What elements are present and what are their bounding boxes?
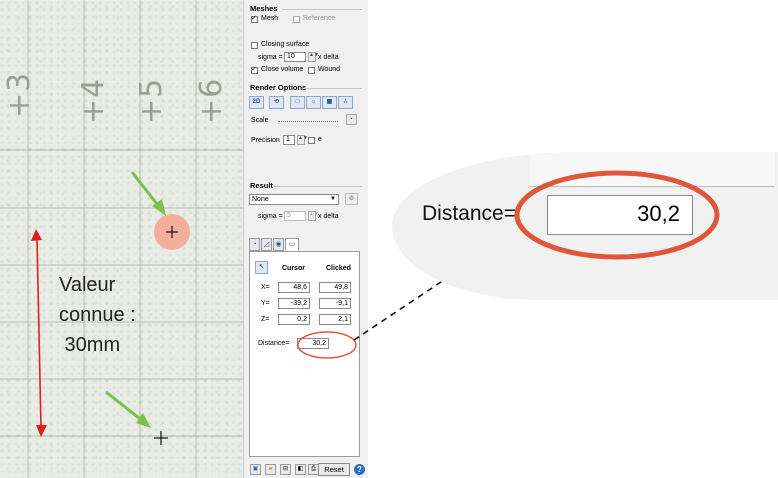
cursor-point-crosshair: [154, 431, 168, 445]
save-image-icon[interactable]: ▣: [250, 464, 261, 475]
closing-surface-checkbox[interactable]: [251, 42, 258, 49]
annotation-line: 30mm: [59, 334, 121, 356]
x-row-label: X=: [261, 284, 270, 291]
green-arrow-bottom: [105, 390, 151, 428]
grid-icon[interactable]: ▦: [322, 96, 337, 109]
result-dropdown-value: None: [252, 196, 269, 203]
wound-label: Wound: [318, 66, 341, 73]
points-icon[interactable]: ∴: [338, 96, 353, 109]
rotate-view-icon[interactable]: ⟲: [269, 96, 284, 109]
render-options-section-title: Render Options: [250, 83, 307, 92]
e-label: e: [318, 136, 322, 143]
scale-label: Scale: [251, 117, 269, 124]
tab-chart[interactable]: ◿: [261, 238, 272, 251]
result-x-delta-label: x delta: [318, 213, 339, 220]
result-dropdown[interactable]: None ▼: [249, 194, 339, 205]
section-divider: [282, 9, 362, 10]
section-divider: [272, 186, 362, 187]
y-clicked-value: -9,1: [319, 298, 351, 309]
green-arrow-top: [130, 171, 166, 216]
scale-slider[interactable]: [278, 121, 338, 122]
z-clicked-value: 2,1: [319, 314, 351, 325]
reset-button[interactable]: Reset: [318, 463, 350, 476]
tab-measure[interactable]: ▭: [285, 238, 299, 251]
e-checkbox[interactable]: [308, 137, 315, 144]
ruler-tick-label: +3: [2, 71, 37, 118]
scanned-ruler-image[interactable]: +3 +4 +5 +6: [0, 0, 243, 478]
x-cursor-value: 48,6: [278, 282, 310, 293]
chevron-down-icon: ▼: [330, 196, 336, 202]
precision-label: Precision: [251, 137, 280, 144]
box-view-icon[interactable]: □: [290, 96, 305, 109]
y-row-label: Y=: [261, 300, 270, 307]
mode-2d-button[interactable]: 2D: [249, 96, 264, 109]
ruler-tick-label: +4: [76, 77, 111, 124]
reference-label: Reference: [303, 15, 336, 22]
z-cursor-value: 0,2: [278, 314, 310, 325]
x-delta-label: x delta: [318, 54, 339, 61]
precision-input[interactable]: 1: [283, 135, 295, 145]
annotation-line: connue :: [59, 304, 136, 326]
sigma-input[interactable]: 10: [284, 52, 306, 62]
close-volume-checkbox[interactable]: [251, 67, 258, 74]
close-volume-label: Close volume: [261, 66, 304, 73]
result-sigma-input[interactable]: 5: [284, 211, 306, 221]
zoom-highlight-ellipse: [514, 170, 720, 260]
result-section-title: Result: [250, 181, 273, 190]
export-icon[interactable]: ◧: [295, 464, 306, 475]
reference-checkbox[interactable]: [293, 16, 300, 23]
y-cursor-value: -39,2: [278, 298, 310, 309]
sigma-stepper[interactable]: ▲▼: [308, 52, 319, 62]
mesh-label: Mesh: [261, 15, 279, 22]
cursor-column-header: Cursor: [282, 265, 305, 272]
x-clicked-value: 49,8: [319, 282, 351, 293]
control-panel: Meshes Mesh Reference Closing surface si…: [243, 0, 368, 478]
z-row-label: Z=: [261, 316, 270, 323]
tab-volume[interactable]: ◉: [273, 238, 284, 251]
ruler-tick-label: +6: [194, 77, 229, 124]
meshes-section-title: Meshes: [250, 4, 278, 13]
wound-checkbox[interactable]: [308, 67, 315, 74]
scale-menu-button[interactable]: ▪: [346, 114, 357, 125]
result-options-icon[interactable]: ⚙: [345, 193, 358, 205]
known-value-annotation: Valeur connue : 30mm: [59, 270, 136, 360]
result-sigma-stepper[interactable]: ▲▼: [308, 211, 319, 221]
red-double-arrow: [31, 229, 47, 437]
tab-shapes[interactable]: ◔: [249, 238, 260, 251]
zoom-highlight-layer: [514, 170, 720, 260]
ruler-icon[interactable]: ⊟: [280, 464, 291, 475]
measure-tab-page: ↖ Cursor Clicked X= 48,6 49,8 Y= -39,2 -…: [249, 251, 360, 457]
pointer-tool-icon[interactable]: ↖: [255, 261, 268, 274]
closing-surface-label: Closing surface: [261, 41, 310, 48]
distance-label: Distance=: [258, 340, 290, 347]
light-icon[interactable]: ☼: [306, 96, 321, 109]
distance-value: 30,2: [297, 338, 329, 349]
open-folder-icon[interactable]: ▰: [265, 464, 276, 475]
section-divider: [302, 88, 362, 89]
precision-stepper[interactable]: ▲▼: [297, 135, 308, 145]
annotation-line: Valeur: [59, 274, 116, 296]
zoom-callout: Distance= 30,2: [392, 152, 778, 300]
ruler-tick-label: +5: [134, 77, 169, 124]
sigma-label: sigma =: [258, 54, 283, 61]
help-icon[interactable]: ?: [354, 464, 365, 475]
result-sigma-label: sigma =: [258, 213, 283, 220]
clicked-column-header: Clicked: [326, 265, 351, 272]
mesh-checkbox[interactable]: [251, 16, 258, 23]
